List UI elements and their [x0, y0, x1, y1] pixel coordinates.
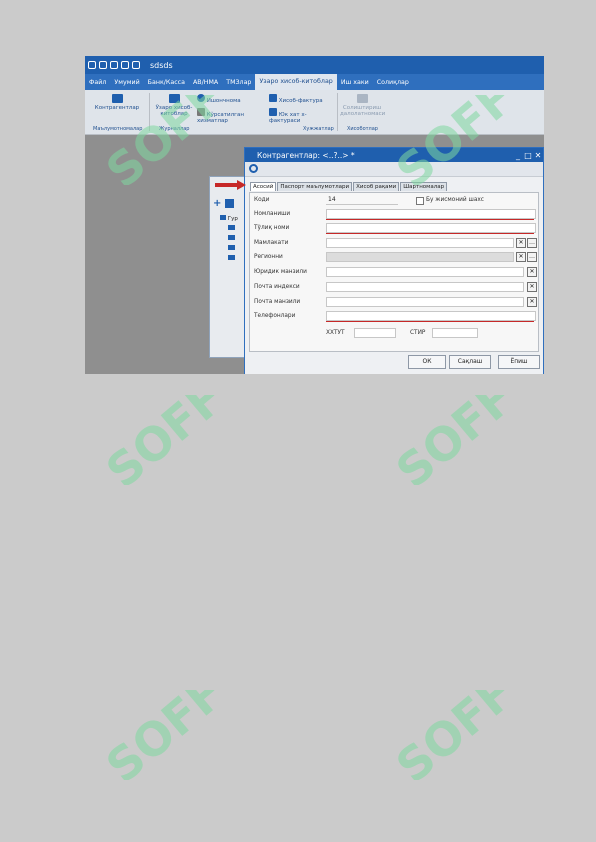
- region-label: Регионни: [254, 254, 283, 260]
- app-title: sdsds: [150, 60, 173, 70]
- watermark-text: SOFF: [386, 95, 524, 185]
- okonh-label: ХХТУТ: [326, 330, 345, 336]
- legal-address-field[interactable]: [326, 267, 524, 277]
- menu-item[interactable]: Солиқлар: [373, 79, 413, 86]
- quick-access-icon[interactable]: [88, 61, 96, 69]
- truck-icon: [269, 108, 277, 116]
- folder-icon[interactable]: [228, 225, 235, 230]
- watermark-logo: SOFF: [370, 370, 530, 498]
- clear-icon[interactable]: ✕: [527, 282, 537, 292]
- clear-icon[interactable]: ✕: [516, 238, 526, 248]
- fullname-label: Тўлиқ номи: [254, 225, 290, 231]
- ribbon-group-label: Хужжатлар: [303, 126, 334, 132]
- close-button[interactable]: Ёпиш: [498, 355, 540, 369]
- add-folder-icon[interactable]: [225, 199, 234, 208]
- add-icon[interactable]: +: [213, 199, 222, 209]
- menu-item-active[interactable]: Узаро хисоб-китоблар: [255, 74, 337, 90]
- quick-access-icon[interactable]: [110, 61, 118, 69]
- quick-access-icon[interactable]: [99, 61, 107, 69]
- code-field[interactable]: 14: [326, 196, 398, 205]
- postal-index-field[interactable]: [326, 282, 524, 292]
- company-label: Номланиши: [254, 211, 291, 217]
- watermark-text: SOFF: [96, 690, 234, 780]
- select-button[interactable]: …: [527, 252, 537, 262]
- postal-address-label: Почта манзили: [254, 299, 301, 305]
- document-icon: [356, 94, 368, 103]
- quick-access-icon[interactable]: [121, 61, 129, 69]
- menu-item[interactable]: Иш хаки: [337, 79, 373, 86]
- region-field[interactable]: [326, 252, 514, 262]
- tab-main[interactable]: Асосий: [250, 182, 277, 191]
- inn-label: СТИР: [410, 330, 426, 336]
- watermark-logo: SOFF: [370, 70, 530, 198]
- folder-icon[interactable]: [228, 245, 235, 250]
- watermark-text: SOFF: [96, 95, 234, 185]
- ribbon-button-invoice[interactable]: Хисоб-фактура: [269, 94, 333, 104]
- inn-field[interactable]: [432, 328, 478, 338]
- quick-access-icon[interactable]: [132, 61, 140, 69]
- close-icon[interactable]: ✕: [533, 151, 543, 160]
- okonh-field[interactable]: [354, 328, 396, 338]
- tree-root[interactable]: Гур: [220, 215, 238, 222]
- menu-item[interactable]: Умумий: [110, 79, 143, 86]
- folder-icon[interactable]: [228, 255, 235, 260]
- folder-icon[interactable]: [228, 235, 235, 240]
- menu-item[interactable]: ТМЗлар: [222, 79, 255, 86]
- invoice-icon: [269, 94, 277, 102]
- watermark-logo: SOFF: [370, 665, 530, 793]
- ok-button[interactable]: ОК: [408, 355, 446, 369]
- company-field[interactable]: [326, 209, 536, 219]
- ribbon-button-waybill[interactable]: Юк хат х-фактураси: [269, 108, 333, 124]
- watermark-logo: SOFF: [80, 665, 240, 793]
- title-bar: sdsds: [85, 56, 544, 74]
- postal-address-field[interactable]: [326, 297, 524, 307]
- individual-checkbox[interactable]: [416, 197, 424, 205]
- menu-item[interactable]: Файл: [85, 79, 110, 86]
- watermark-text: SOFF: [386, 690, 524, 780]
- menu-item[interactable]: Банк/Касса: [144, 79, 189, 86]
- individual-label: Бу жисмоний шахс: [426, 197, 484, 203]
- legal-address-label: Юридик манзили: [254, 269, 307, 275]
- watermark-logo: SOFF: [80, 70, 240, 198]
- watermark-text: SOFF: [386, 395, 524, 485]
- menu-bar: Файл Умумий Банк/Касса АВ/НМА ТМЗлар Уза…: [85, 74, 544, 90]
- menu-item[interactable]: АВ/НМА: [189, 79, 222, 86]
- code-label: Коди: [254, 197, 270, 203]
- main-tab-panel: Коди 14 Бу жисмоний шахс Номланиши Тўлиқ…: [249, 192, 539, 352]
- country-field[interactable]: [326, 238, 514, 248]
- clear-icon[interactable]: ✕: [527, 297, 537, 307]
- phones-label: Телефонлари: [254, 313, 296, 319]
- watermark-logo: SOFF: [80, 370, 240, 498]
- country-label: Мамлакати: [254, 240, 289, 246]
- fullname-field[interactable]: [326, 223, 536, 233]
- clear-icon[interactable]: ✕: [527, 267, 537, 277]
- tab-passport[interactable]: Паспорт маълумотлари: [277, 182, 353, 191]
- refresh-icon[interactable]: [249, 164, 258, 173]
- clear-icon[interactable]: ✕: [516, 252, 526, 262]
- phones-field[interactable]: [326, 311, 536, 321]
- select-button[interactable]: …: [527, 238, 537, 248]
- postal-index-label: Почта индекси: [254, 284, 300, 290]
- watermark-text: SOFF: [96, 395, 234, 485]
- save-button[interactable]: Сақлаш: [449, 355, 491, 369]
